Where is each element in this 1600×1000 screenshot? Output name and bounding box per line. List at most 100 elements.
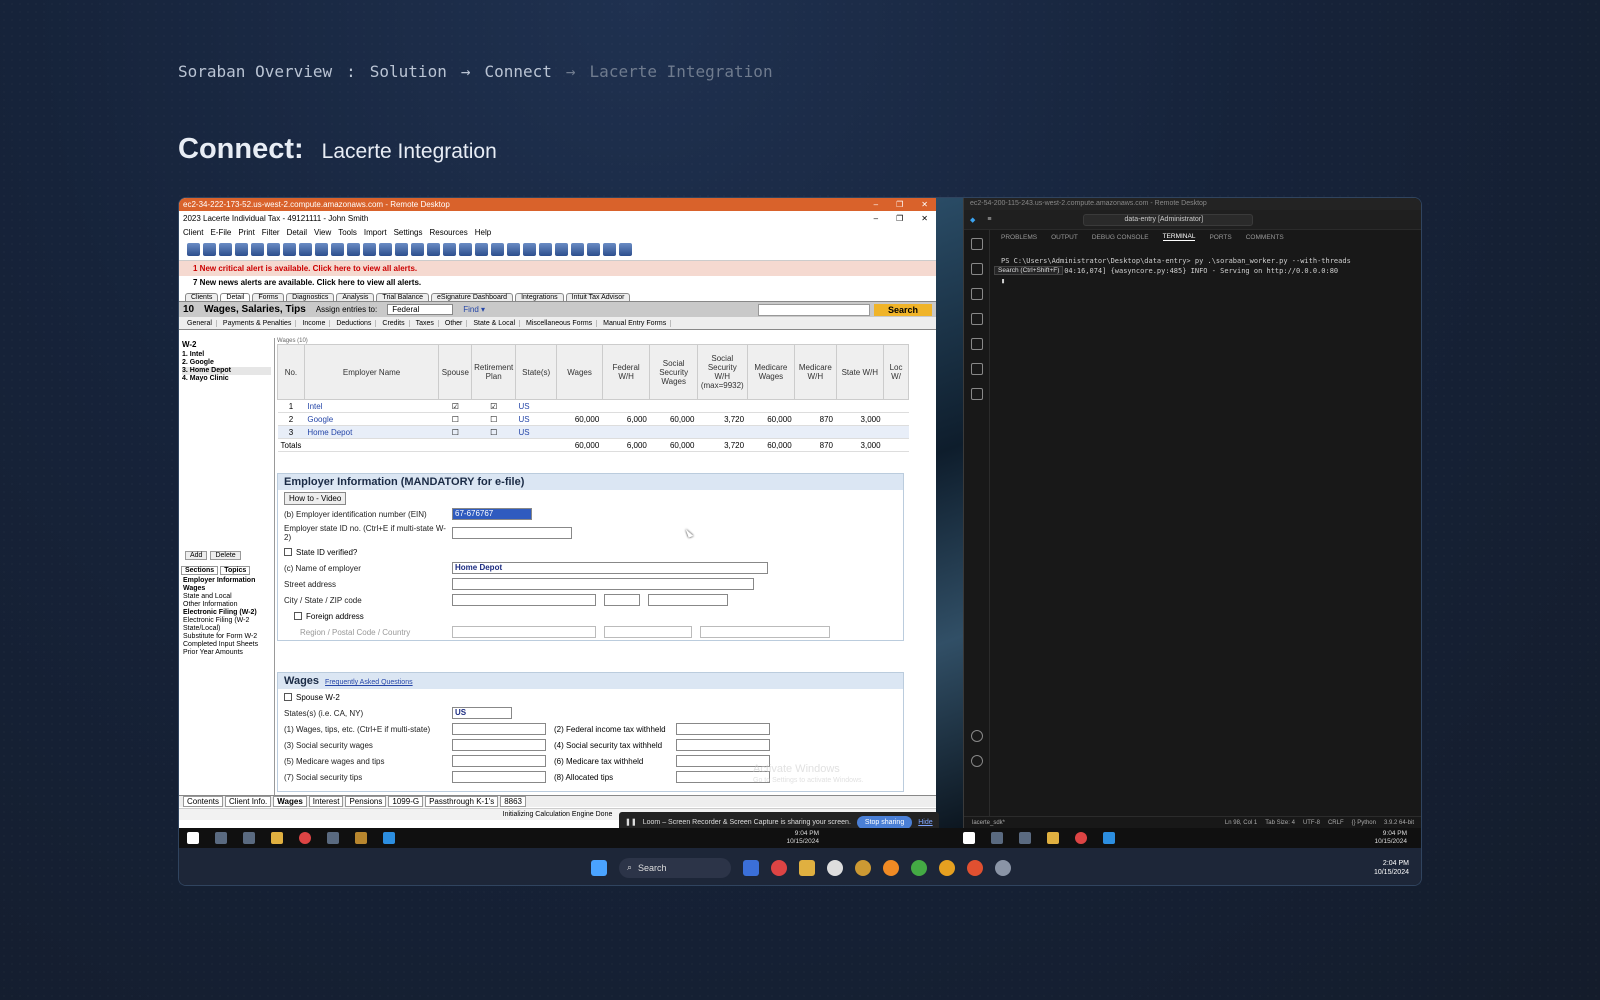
move-icon[interactable]	[235, 242, 248, 256]
ss-wages-field[interactable]	[452, 739, 546, 751]
window-controls[interactable]: – ❐ ✕	[874, 198, 936, 211]
form-icon[interactable]	[267, 242, 280, 256]
cell[interactable]	[883, 425, 909, 439]
minimize-icon[interactable]: –	[874, 198, 878, 211]
table-row[interactable]: 1 Intel ☑ ☑ US	[277, 399, 909, 413]
branch-indicator[interactable]: lacerte_sdk*	[972, 817, 1005, 828]
col-states[interactable]: State(s)	[514, 344, 558, 400]
close-icon[interactable]: ✕	[921, 198, 928, 211]
explorer-icon[interactable]	[970, 238, 983, 250]
spouse-checkbox[interactable]: ☐	[438, 425, 472, 439]
tool-icon[interactable]	[379, 242, 392, 256]
subtab-other[interactable]: Other	[441, 319, 468, 327]
vscode-icon[interactable]	[1103, 832, 1115, 844]
col-ss-wages[interactable]: Social Security Wages	[649, 344, 698, 400]
status-position[interactable]: Ln 98, Col 1	[1225, 817, 1257, 828]
cell[interactable]	[556, 399, 603, 413]
tab-analysis[interactable]: Analysis	[336, 293, 375, 301]
tab-wages[interactable]: Wages	[273, 796, 307, 807]
faq-link[interactable]: Frequently Asked Questions	[325, 679, 413, 686]
cell[interactable]	[649, 425, 698, 439]
critical-alert-banner[interactable]: 1 New critical alert is available. Click…	[179, 261, 936, 276]
col-ss-wh[interactable]: Social Security W/H (max=9932)	[696, 344, 748, 400]
tab-problems[interactable]: PROBLEMS	[1001, 234, 1037, 241]
windows-start-icon[interactable]	[963, 832, 975, 844]
add-button[interactable]: Add	[185, 551, 208, 560]
subtab-state-local[interactable]: State & Local	[469, 319, 521, 327]
tab-pensions[interactable]: Pensions	[345, 796, 387, 807]
country-field[interactable]	[700, 626, 830, 638]
gear-icon[interactable]	[995, 859, 1011, 876]
tab-client-info[interactable]: Client Info.	[225, 796, 272, 807]
tab-contents[interactable]: Contents	[183, 796, 224, 807]
cell[interactable]: 60,000	[556, 412, 603, 426]
calendar-icon[interactable]	[395, 242, 408, 256]
mail-icon[interactable]	[411, 242, 424, 256]
accessibility-icon[interactable]	[619, 242, 632, 256]
subtab-credits[interactable]: Credits	[378, 319, 410, 327]
source-control-icon[interactable]	[970, 288, 983, 300]
move-icon[interactable]	[251, 242, 264, 256]
tab-1099g[interactable]: 1099-G	[388, 796, 424, 807]
menu-import[interactable]: Import	[364, 228, 387, 237]
tab-terminal[interactable]: TERMINAL	[1162, 233, 1196, 241]
cell[interactable]: 870	[794, 412, 837, 426]
tab-forms[interactable]: Forms	[252, 293, 285, 301]
download-icon[interactable]	[283, 242, 296, 256]
run-debug-icon[interactable]	[970, 313, 983, 325]
col-spouse[interactable]: Spouse	[438, 344, 473, 400]
window-icon[interactable]	[475, 242, 488, 256]
section-efile-w2-state[interactable]: Electronic Filing (W-2 State/Local)	[183, 617, 265, 633]
chart-icon[interactable]	[459, 242, 472, 256]
foreign-address-checkbox[interactable]	[294, 612, 302, 620]
wages-field[interactable]	[452, 723, 546, 735]
federal-tax-field[interactable]	[676, 723, 770, 735]
doc-icon[interactable]	[299, 242, 312, 256]
tab-comments[interactable]: COMMENTS	[1246, 234, 1284, 241]
search-icon[interactable]	[991, 832, 1003, 844]
cell[interactable]	[602, 425, 650, 439]
chrome-icon[interactable]	[939, 859, 955, 876]
taskbar-search[interactable]: ⌕ Search	[619, 857, 731, 878]
subtab-deductions[interactable]: Deductions	[332, 319, 377, 327]
subtab-misc-forms[interactable]: Miscellaneous Forms	[522, 319, 598, 327]
section-other-info[interactable]: Other Information	[183, 601, 265, 609]
subtab-payments[interactable]: Payments & Penalties	[219, 319, 297, 327]
street-field[interactable]	[452, 578, 754, 590]
col-employer[interactable]: Employer Name	[303, 344, 440, 400]
tab-detail[interactable]: Detail	[220, 293, 251, 301]
status-interpreter[interactable]: 3.9.2 64-bit	[1384, 817, 1414, 828]
people-icon[interactable]	[587, 242, 600, 256]
send-icon[interactable]	[507, 242, 520, 256]
account-icon[interactable]	[970, 730, 983, 742]
chrome-icon[interactable]	[911, 859, 927, 876]
find-button[interactable]: Find ▾	[463, 305, 485, 314]
section-prior-year[interactable]: Prior Year Amounts	[183, 649, 265, 657]
window-icon[interactable]	[491, 242, 504, 256]
sidebar-item-google[interactable]: 2. Google	[182, 359, 271, 367]
col-medicare-wh[interactable]: Medicare W/H	[794, 344, 837, 400]
app-icon[interactable]	[743, 859, 759, 876]
vscode-icon[interactable]	[383, 832, 395, 844]
state-verified-checkbox[interactable]	[284, 548, 292, 556]
gear-icon[interactable]	[970, 755, 983, 767]
tab-integrations[interactable]: Integrations	[515, 293, 564, 301]
tool-icon[interactable]	[363, 242, 376, 256]
print-icon[interactable]	[219, 242, 232, 256]
subtab-income[interactable]: Income	[298, 319, 331, 327]
ss-tax-field[interactable]	[676, 739, 770, 751]
tab-8863[interactable]: 8863	[500, 796, 526, 807]
section-efile-w2[interactable]: Electronic Filing (W-2)	[183, 609, 265, 617]
menu-detail[interactable]: Detail	[287, 228, 307, 237]
tab-output[interactable]: OUTPUT	[1051, 234, 1078, 241]
col-state-wh[interactable]: State W/H	[835, 344, 885, 400]
cell-employer[interactable]: Home Depot	[304, 425, 439, 439]
chrome-icon[interactable]	[855, 859, 871, 876]
subtab-general[interactable]: General	[183, 319, 217, 327]
command-search-box[interactable]: data-entry [Administrator]	[1083, 213, 1254, 226]
menu-efile[interactable]: E-File	[210, 228, 231, 237]
file-explorer-icon[interactable]	[799, 859, 815, 876]
col-retirement[interactable]: Retirement Plan	[471, 344, 516, 400]
col-federal-wh[interactable]: Federal W/H	[601, 344, 651, 400]
section-employer-info[interactable]: Employer Information	[183, 577, 265, 585]
